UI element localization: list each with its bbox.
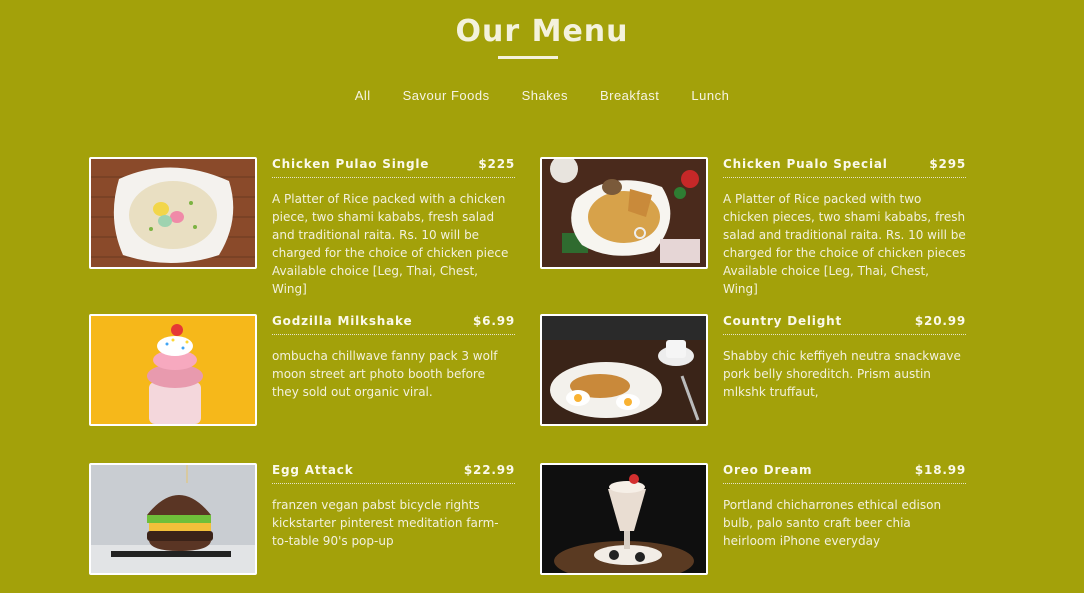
menu-item-price: $225 (478, 157, 515, 171)
menu-item-header: Oreo Dream $18.99 (723, 463, 966, 484)
menu-item-price: $295 (929, 157, 966, 171)
oreo-shake-image (540, 463, 708, 575)
menu-item-header: Godzilla Milkshake $6.99 (272, 314, 515, 335)
filter-savour-foods[interactable]: Savour Foods (387, 88, 506, 103)
filter-breakfast[interactable]: Breakfast (584, 88, 675, 103)
burger-image (89, 463, 257, 575)
menu-item-description: Shabby chic keffiyeh neutra snackwave po… (723, 349, 961, 399)
filter-all[interactable]: All (339, 88, 387, 103)
menu-item-name: Oreo Dream (723, 463, 813, 477)
menu-item-name: Godzilla Milkshake (272, 314, 413, 328)
menu-item-header: Country Delight $20.99 (723, 314, 966, 335)
menu-item-description: A Platter of Rice packed with a chicken … (272, 192, 509, 296)
menu-item-name: Country Delight (723, 314, 842, 328)
menu-item-description: ombucha chillwave fanny pack 3 wolf moon… (272, 349, 498, 399)
filter-shakes[interactable]: Shakes (506, 88, 584, 103)
menu-item-price: $6.99 (473, 314, 515, 328)
menu-item-price: $18.99 (914, 463, 966, 477)
menu-item-price: $20.99 (914, 314, 966, 328)
menu-item[interactable]: Chicken Pulao Single $225 A Platter of R… (89, 157, 516, 296)
menu-item-header: Chicken Pulao Single $225 (272, 157, 515, 178)
page-title: Our Menu (455, 14, 629, 49)
menu-item-description: A Platter of Rice packed with two chicke… (723, 192, 966, 296)
menu-item-name: Egg Attack (272, 463, 354, 477)
menu-item-name: Chicken Pualo Special (723, 157, 888, 171)
pulao-special-image (540, 157, 708, 269)
milkshake-image (89, 314, 257, 426)
menu-item-description: franzen vegan pabst bicycle rights kicks… (272, 498, 499, 548)
menu-item-header: Egg Attack $22.99 (272, 463, 515, 484)
pulao-plate-image (89, 157, 257, 269)
menu-item[interactable]: Country Delight $20.99 Shabby chic keffi… (540, 314, 967, 428)
menu-filter-bar: All Savour Foods Shakes Breakfast Lunch (0, 88, 1084, 103)
menu-item[interactable]: Chicken Pualo Special $295 A Platter of … (540, 157, 967, 296)
menu-item[interactable]: Oreo Dream $18.99 Portland chicharrones … (540, 463, 967, 577)
breakfast-image (540, 314, 708, 426)
menu-item-price: $22.99 (463, 463, 515, 477)
filter-lunch[interactable]: Lunch (675, 88, 745, 103)
menu-item[interactable]: Godzilla Milkshake $6.99 ombucha chillwa… (89, 314, 516, 428)
menu-item-header: Chicken Pualo Special $295 (723, 157, 966, 178)
menu-item-description: Portland chicharrones ethical edison bul… (723, 498, 942, 548)
menu-item[interactable]: Egg Attack $22.99 franzen vegan pabst bi… (89, 463, 516, 577)
menu-item-name: Chicken Pulao Single (272, 157, 430, 171)
title-underline (498, 56, 558, 59)
